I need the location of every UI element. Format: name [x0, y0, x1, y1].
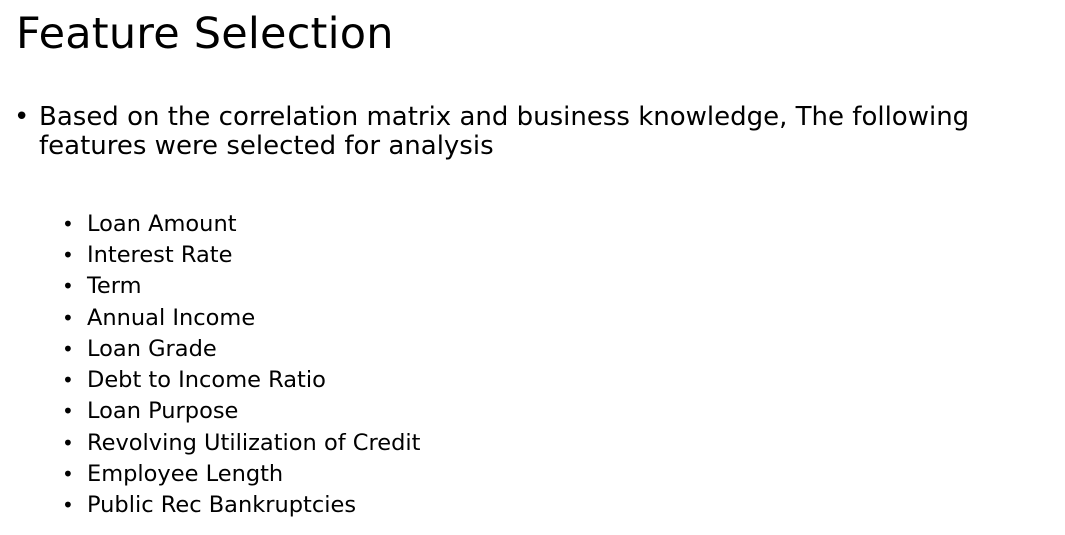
feature-label: Public Rec Bankruptcies [87, 492, 357, 519]
list-item: • Debt to Income Ratio [62, 364, 420, 395]
lead-text: Based on the correlation matrix and busi… [39, 102, 970, 161]
slide: Feature Selection • Based on the correla… [0, 0, 1065, 535]
feature-label: Loan Grade [87, 335, 217, 362]
list-item: • Public Rec Bankruptcies [62, 490, 420, 521]
feature-label: Employee Length [87, 461, 284, 488]
bullet-icon: • [62, 399, 74, 424]
bullet-icon: • [62, 336, 74, 361]
list-item: • Loan Grade [62, 333, 420, 364]
bullet-icon: • [62, 211, 74, 236]
lead-bullet-point: • Based on the correlation matrix and bu… [14, 103, 1054, 161]
list-item: • Term [62, 271, 420, 302]
list-item: • Annual Income [62, 302, 420, 333]
bullet-icon: • [62, 242, 74, 267]
list-item: • Interest Rate [62, 239, 420, 270]
feature-label: Term [87, 273, 142, 300]
list-item: • Employee Length [62, 458, 420, 489]
bullet-icon: • [62, 274, 74, 299]
bullet-icon: • [14, 102, 30, 132]
bullet-icon: • [62, 430, 74, 455]
bullet-icon: • [62, 462, 74, 487]
feature-label: Revolving Utilization of Credit [87, 429, 421, 456]
feature-label: Annual Income [87, 304, 256, 331]
feature-label: Interest Rate [87, 241, 233, 268]
slide-title: Feature Selection [16, 9, 394, 59]
list-item: • Loan Amount [62, 208, 420, 239]
feature-label: Debt to Income Ratio [87, 367, 326, 394]
list-item: • Revolving Utilization of Credit [62, 427, 420, 458]
feature-list: • Loan Amount • Interest Rate • Term • A… [62, 208, 420, 521]
feature-label: Loan Amount [87, 210, 237, 237]
bullet-icon: • [62, 368, 74, 393]
list-item: • Loan Purpose [62, 396, 420, 427]
bullet-icon: • [62, 305, 74, 330]
feature-label: Loan Purpose [87, 398, 239, 425]
bullet-icon: • [62, 493, 74, 518]
